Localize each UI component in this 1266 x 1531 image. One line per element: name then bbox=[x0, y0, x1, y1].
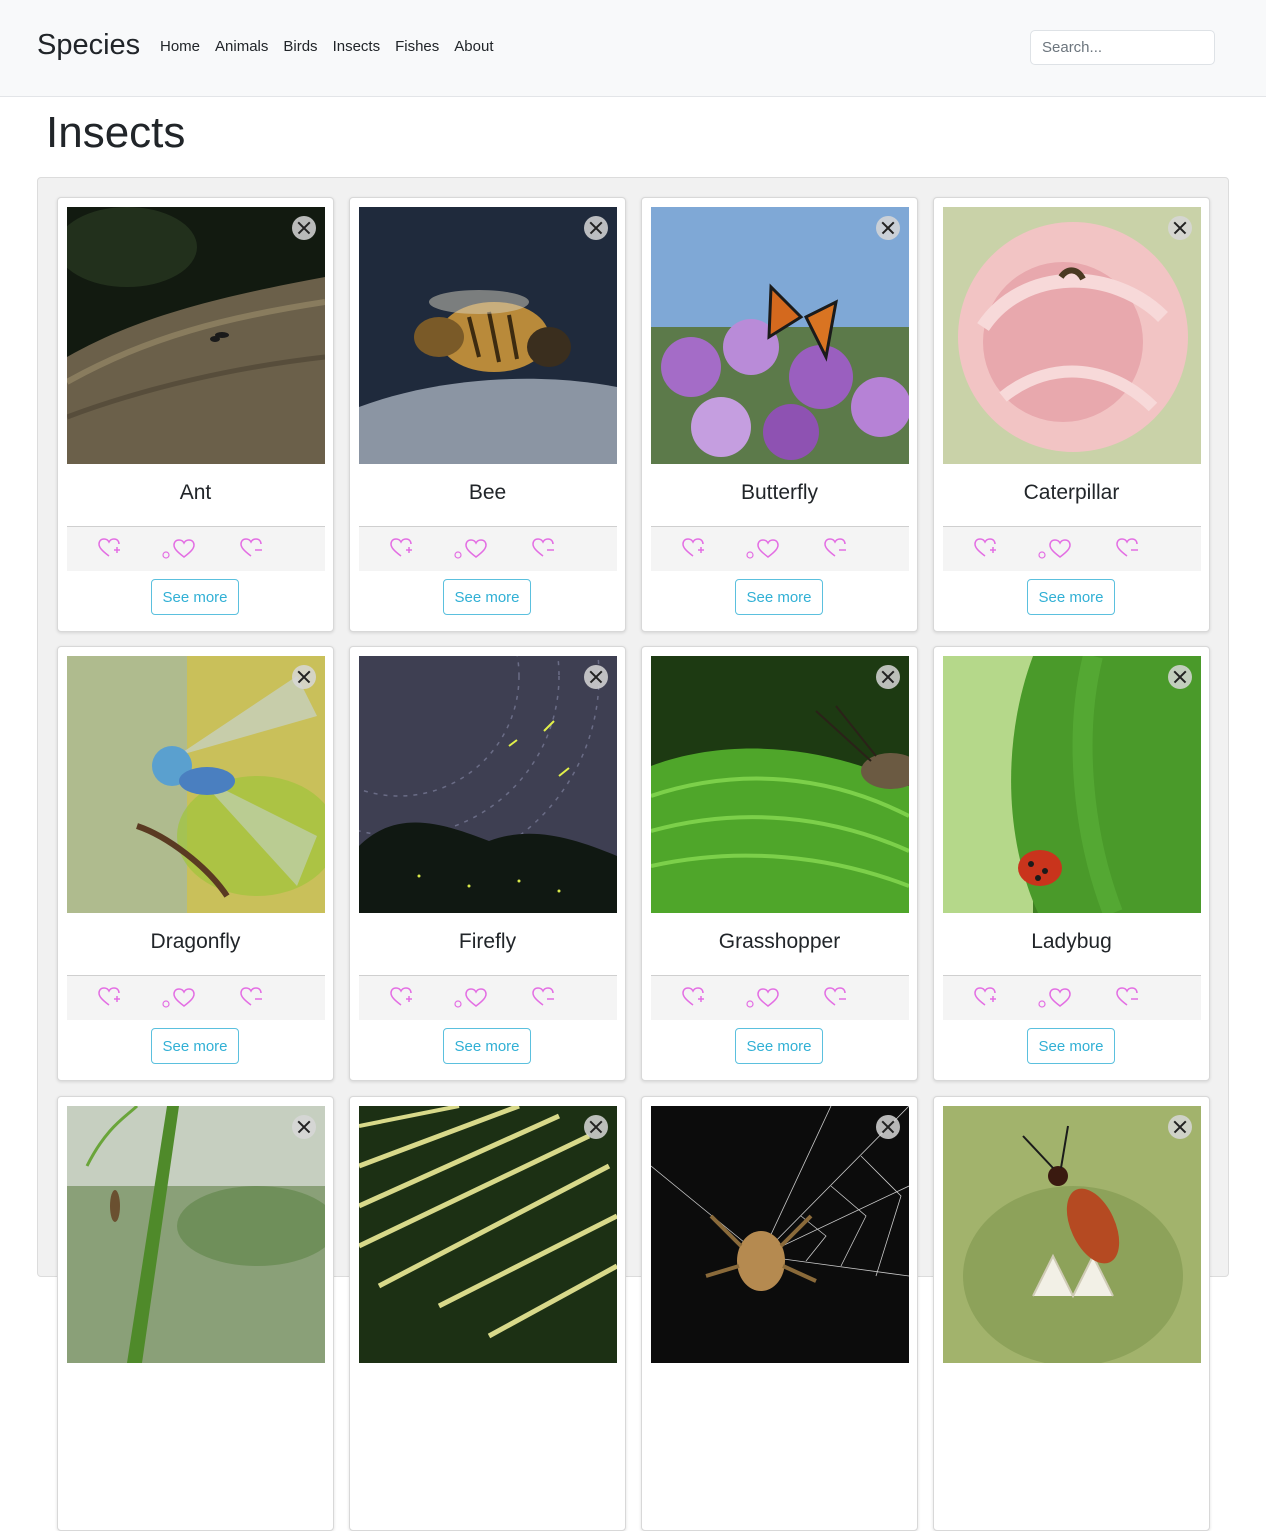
caterpillar-photo bbox=[943, 207, 1201, 464]
see-more-button[interactable]: See more bbox=[443, 579, 531, 615]
heart-plus-icon[interactable] bbox=[972, 984, 998, 1010]
nav-link-home[interactable]: Home bbox=[160, 38, 200, 55]
card-actions bbox=[67, 527, 325, 571]
navbar: Species Home Animals Birds Insects Fishe… bbox=[0, 0, 1266, 97]
heart-plus-icon[interactable] bbox=[96, 984, 122, 1010]
mayfly-photo bbox=[67, 1106, 325, 1363]
dragonfly-photo bbox=[67, 656, 325, 913]
card-actions bbox=[943, 527, 1201, 571]
close-icon[interactable] bbox=[292, 216, 316, 240]
heart-plus-icon[interactable] bbox=[388, 535, 414, 561]
card-title: Ladybug bbox=[1031, 930, 1112, 953]
close-icon[interactable] bbox=[876, 665, 900, 689]
close-icon[interactable] bbox=[876, 1115, 900, 1139]
card-title: Ant bbox=[179, 481, 212, 504]
species-card: Bee See more bbox=[349, 197, 626, 632]
card-actions bbox=[359, 527, 617, 571]
nav-link-animals[interactable]: Animals bbox=[215, 38, 268, 55]
heart-plus-icon[interactable] bbox=[680, 535, 706, 561]
heart-count-icon[interactable] bbox=[1037, 984, 1073, 1010]
grasshopper-photo bbox=[651, 656, 909, 913]
brand-logo[interactable]: Species bbox=[37, 29, 140, 62]
heart-minus-icon[interactable] bbox=[1114, 984, 1140, 1010]
heart-count-icon[interactable] bbox=[745, 984, 781, 1010]
nav-link-about[interactable]: About bbox=[454, 38, 493, 55]
card-actions bbox=[651, 527, 909, 571]
close-icon[interactable] bbox=[1168, 216, 1192, 240]
heart-minus-icon[interactable] bbox=[238, 535, 264, 561]
card-title: Bee bbox=[468, 481, 507, 504]
species-card: Firefly See more bbox=[349, 646, 626, 1081]
card-title: Butterfly bbox=[740, 481, 819, 504]
species-card: Grasshopper See more bbox=[641, 646, 918, 1081]
close-icon[interactable] bbox=[292, 1115, 316, 1139]
card-title: Grasshopper bbox=[718, 930, 841, 953]
card-actions bbox=[943, 976, 1201, 1020]
card-actions bbox=[359, 976, 617, 1020]
species-card bbox=[57, 1096, 334, 1531]
species-card: Ladybug See more bbox=[933, 646, 1210, 1081]
beetle-photo bbox=[943, 1106, 1201, 1363]
heart-minus-icon[interactable] bbox=[530, 984, 556, 1010]
close-icon[interactable] bbox=[292, 665, 316, 689]
card-grid: Ant See more Bee See more Butterfly See … bbox=[37, 177, 1229, 1531]
heart-minus-icon[interactable] bbox=[822, 984, 848, 1010]
see-more-button[interactable]: See more bbox=[1027, 1028, 1115, 1064]
see-more-button[interactable]: See more bbox=[1027, 579, 1115, 615]
firefly-photo bbox=[359, 656, 617, 913]
spider-photo bbox=[651, 1106, 909, 1363]
nav-links: Home Animals Birds Insects Fishes About bbox=[160, 38, 493, 55]
ant-photo bbox=[67, 207, 325, 464]
species-card bbox=[933, 1096, 1210, 1531]
heart-plus-icon[interactable] bbox=[96, 535, 122, 561]
heart-plus-icon[interactable] bbox=[388, 984, 414, 1010]
heart-minus-icon[interactable] bbox=[1114, 535, 1140, 561]
heart-minus-icon[interactable] bbox=[822, 535, 848, 561]
heart-count-icon[interactable] bbox=[161, 984, 197, 1010]
species-card bbox=[641, 1096, 918, 1531]
heart-count-icon[interactable] bbox=[745, 535, 781, 561]
species-card: Butterfly See more bbox=[641, 197, 918, 632]
species-card: Caterpillar See more bbox=[933, 197, 1210, 632]
see-more-button[interactable]: See more bbox=[151, 579, 239, 615]
close-icon[interactable] bbox=[876, 216, 900, 240]
heart-minus-icon[interactable] bbox=[530, 535, 556, 561]
species-card: Dragonfly See more bbox=[57, 646, 334, 1081]
see-more-button[interactable]: See more bbox=[735, 579, 823, 615]
nav-link-birds[interactable]: Birds bbox=[283, 38, 317, 55]
species-card: Ant See more bbox=[57, 197, 334, 632]
card-actions bbox=[67, 976, 325, 1020]
heart-count-icon[interactable] bbox=[161, 535, 197, 561]
card-title: Dragonfly bbox=[150, 930, 241, 953]
close-icon[interactable] bbox=[584, 665, 608, 689]
species-card bbox=[349, 1096, 626, 1531]
close-icon[interactable] bbox=[584, 1115, 608, 1139]
heart-plus-icon[interactable] bbox=[972, 535, 998, 561]
butterfly-photo bbox=[651, 207, 909, 464]
nav-link-fishes[interactable]: Fishes bbox=[395, 38, 439, 55]
see-more-button[interactable]: See more bbox=[735, 1028, 823, 1064]
page-title: Insects bbox=[46, 108, 186, 157]
search-input[interactable] bbox=[1030, 30, 1215, 65]
see-more-button[interactable]: See more bbox=[443, 1028, 531, 1064]
close-icon[interactable] bbox=[584, 216, 608, 240]
card-title: Caterpillar bbox=[1023, 481, 1120, 504]
card-actions bbox=[651, 976, 909, 1020]
bee-photo bbox=[359, 207, 617, 464]
see-more-button[interactable]: See more bbox=[151, 1028, 239, 1064]
leaf-photo bbox=[359, 1106, 617, 1363]
ladybug-photo bbox=[943, 656, 1201, 913]
heart-plus-icon[interactable] bbox=[680, 984, 706, 1010]
heart-count-icon[interactable] bbox=[453, 535, 489, 561]
close-icon[interactable] bbox=[1168, 1115, 1192, 1139]
close-icon[interactable] bbox=[1168, 665, 1192, 689]
card-title: Firefly bbox=[458, 930, 517, 953]
nav-link-insects[interactable]: Insects bbox=[333, 38, 381, 55]
heart-count-icon[interactable] bbox=[453, 984, 489, 1010]
heart-minus-icon[interactable] bbox=[238, 984, 264, 1010]
heart-count-icon[interactable] bbox=[1037, 535, 1073, 561]
